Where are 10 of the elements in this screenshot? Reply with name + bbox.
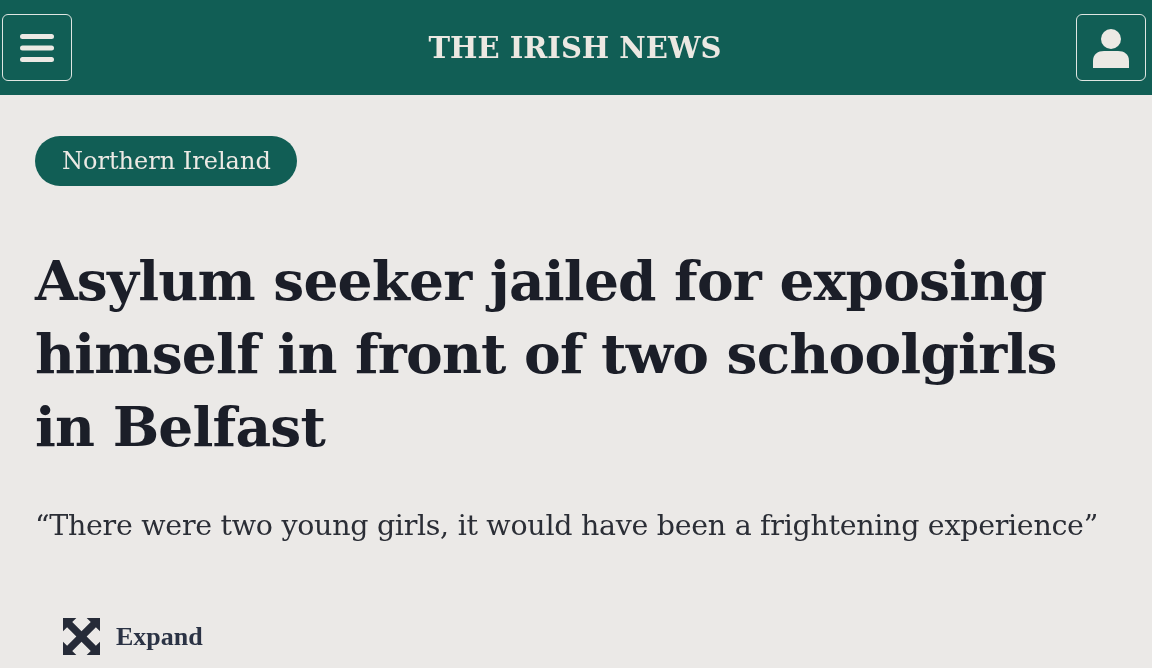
menu-button[interactable] (2, 14, 72, 81)
section-tag[interactable]: Northern Ireland (35, 136, 297, 186)
menu-icon (20, 33, 54, 62)
user-icon (1091, 27, 1131, 68)
article-standfirst: “There were two young girls, it would have been a frightening experience” (35, 509, 1099, 542)
expand-button[interactable]: Expand (63, 618, 203, 655)
site-logo-text[interactable]: THE IRISH NEWS (428, 30, 722, 65)
article-headline: Asylum seeker jailed for exposing himself in front of two schoolgirls in Belfast (35, 247, 1058, 461)
account-button[interactable] (1076, 14, 1146, 81)
expand-arrows-icon (63, 618, 100, 655)
